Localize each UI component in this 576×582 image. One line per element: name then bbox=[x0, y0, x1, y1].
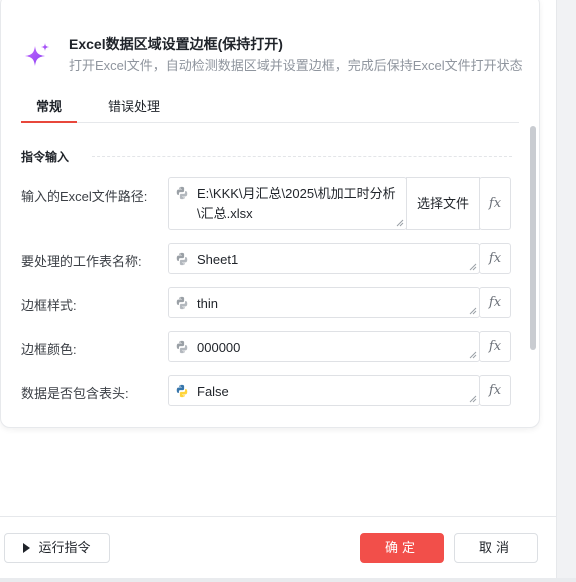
has-header-input[interactable]: False bbox=[168, 375, 480, 406]
field-label-has-header: 数据是否包含表头: bbox=[21, 386, 129, 401]
tab-error-handling[interactable]: 错误处理 bbox=[108, 92, 160, 122]
field-label-border-color: 边框颜色: bbox=[21, 342, 77, 357]
fx-button-sheet-name[interactable]: fx bbox=[479, 243, 511, 274]
bottom-strip bbox=[0, 578, 576, 582]
command-description: 打开Excel文件，自动检测数据区域并设置边框，完成后保持Excel文件打开状态 bbox=[69, 58, 523, 73]
scrollbar[interactable] bbox=[530, 126, 536, 350]
fx-button-file-path[interactable]: fx bbox=[479, 177, 511, 230]
has-header-value: False bbox=[197, 384, 229, 399]
python-icon bbox=[176, 186, 188, 200]
command-panel: Excel数据区域设置边框(保持打开) 打开Excel文件，自动检测数据区域并设… bbox=[0, 0, 557, 578]
fx-button-has-header[interactable]: fx bbox=[479, 375, 511, 406]
file-path-value: E:\KKK\月汇总\2025\机加工时分析 \汇总.xlsx bbox=[197, 186, 396, 221]
tab-general[interactable]: 常规 bbox=[21, 92, 77, 123]
run-command-label: 运行指令 bbox=[38, 540, 91, 555]
python-icon bbox=[176, 384, 188, 398]
border-color-value: 000000 bbox=[197, 340, 241, 355]
footer-divider bbox=[0, 516, 556, 517]
border-style-value: thin bbox=[197, 296, 218, 311]
section-title: 指令输入 bbox=[21, 150, 70, 164]
resize-grip-icon[interactable] bbox=[469, 307, 477, 315]
python-icon bbox=[176, 252, 188, 266]
resize-grip-icon[interactable] bbox=[469, 263, 477, 271]
section-divider bbox=[92, 156, 512, 157]
cancel-button[interactable]: 取消 bbox=[454, 533, 538, 563]
border-style-input[interactable]: thin bbox=[168, 287, 480, 318]
confirm-button[interactable]: 确定 bbox=[360, 533, 444, 563]
file-path-input[interactable]: E:\KKK\月汇总\2025\机加工时分析 \汇总.xlsx bbox=[168, 177, 407, 230]
run-command-button[interactable]: 运行指令 bbox=[4, 533, 110, 563]
sheet-name-value: Sheet1 bbox=[197, 252, 239, 267]
border-color-input[interactable]: 000000 bbox=[168, 331, 480, 362]
python-icon bbox=[176, 340, 188, 354]
field-label-sheet-name: 要处理的工作表名称: bbox=[21, 254, 142, 269]
play-icon bbox=[23, 543, 31, 553]
fx-button-border-color[interactable]: fx bbox=[479, 331, 511, 362]
python-icon bbox=[176, 296, 188, 310]
resize-grip-icon[interactable] bbox=[469, 395, 477, 403]
sheet-name-input[interactable]: Sheet1 bbox=[168, 243, 480, 274]
tab-bar: 常规 错误处理 bbox=[21, 92, 519, 123]
resize-grip-icon[interactable] bbox=[396, 219, 404, 227]
command-title: Excel数据区域设置边框(保持打开) bbox=[69, 36, 283, 52]
field-label-border-style: 边框样式: bbox=[21, 298, 77, 313]
page: Excel数据区域设置边框(保持打开) 打开Excel文件，自动检测数据区域并设… bbox=[0, 0, 576, 582]
field-label-file-path: 输入的Excel文件路径: bbox=[21, 189, 148, 204]
choose-file-button[interactable]: 选择文件 bbox=[406, 177, 480, 230]
sparkle-icon bbox=[25, 43, 49, 66]
fx-button-border-style[interactable]: fx bbox=[479, 287, 511, 318]
resize-grip-icon[interactable] bbox=[469, 351, 477, 359]
